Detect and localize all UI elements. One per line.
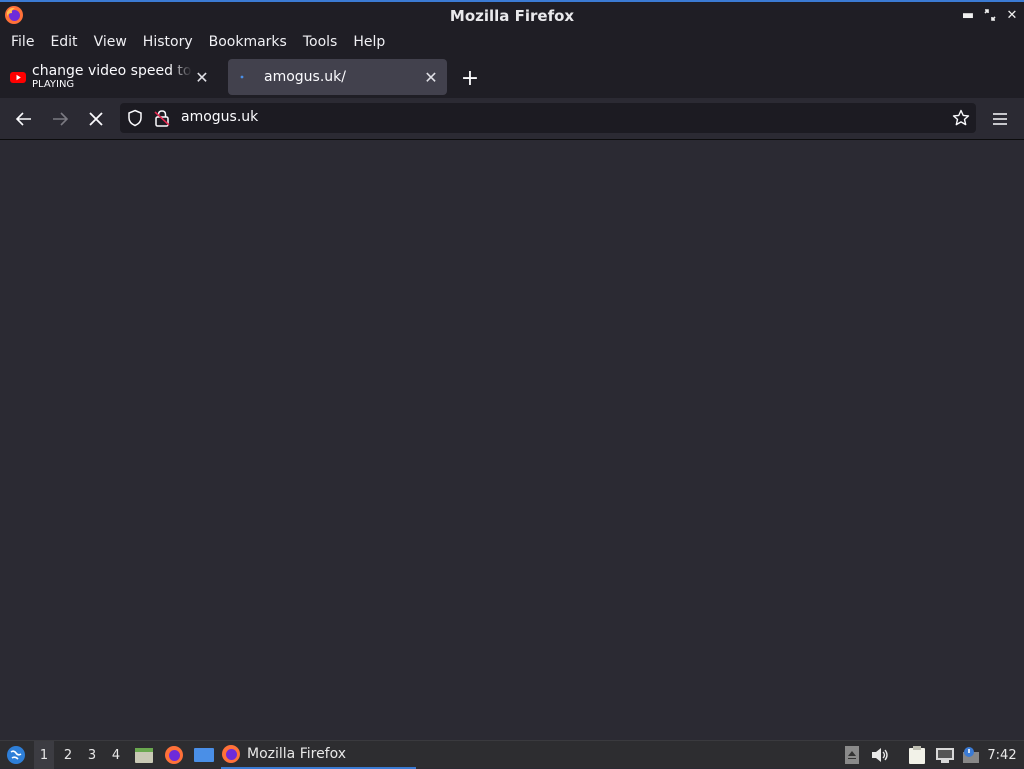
eject-icon[interactable] — [842, 741, 862, 769]
menu-bookmarks[interactable]: Bookmarks — [201, 29, 295, 54]
firefox-icon — [222, 745, 240, 763]
taskbar-firefox-window[interactable]: Mozilla Firefox — [221, 741, 416, 769]
workspace-4[interactable]: 4 — [106, 741, 126, 769]
volume-icon[interactable] — [868, 741, 892, 769]
navigation-toolbar: amogus.uk — [0, 98, 1024, 140]
menu-bar: File Edit View History Bookmarks Tools H… — [0, 29, 1024, 54]
stop-loading-icon[interactable] — [82, 105, 110, 133]
close-window-icon[interactable]: ✕ — [1004, 6, 1020, 24]
tab-label: change video speed to 0 PLAYING — [32, 63, 192, 91]
firefox-window: Mozilla Firefox ▬ ✕ File Edit View Histo… — [0, 0, 1024, 740]
start-menu-icon[interactable] — [4, 741, 28, 769]
tab-title: change video speed to 0 — [32, 63, 192, 79]
menu-file[interactable]: File — [3, 29, 42, 54]
tab-video-speed[interactable]: change video speed to 0 PLAYING ✕ — [4, 59, 218, 95]
clock[interactable]: 7:42 — [984, 741, 1020, 769]
notification-icon[interactable] — [960, 741, 982, 769]
workspace-2[interactable]: 2 — [58, 741, 78, 769]
page-content[interactable] — [0, 141, 1024, 740]
tab-bar: change video speed to 0 PLAYING ✕ amogus… — [0, 54, 1024, 98]
menu-edit[interactable]: Edit — [42, 29, 85, 54]
file-manager-icon[interactable] — [132, 741, 156, 769]
window-title: Mozilla Firefox — [449, 6, 575, 25]
tab-title: amogus.uk/ — [264, 69, 346, 85]
maximize-icon[interactable] — [982, 6, 998, 24]
insecure-lock-icon[interactable] — [154, 109, 170, 127]
close-tab-icon[interactable]: ✕ — [192, 67, 212, 87]
clipboard-icon[interactable] — [906, 741, 928, 769]
bookmark-star-icon[interactable] — [952, 109, 970, 127]
close-tab-icon[interactable]: ✕ — [421, 67, 441, 87]
workspace-3[interactable]: 3 — [82, 741, 102, 769]
minimize-icon[interactable]: ▬ — [960, 6, 976, 24]
network-icon[interactable] — [934, 741, 956, 769]
menu-history[interactable]: History — [135, 29, 201, 54]
address-bar[interactable]: amogus.uk — [120, 103, 976, 133]
menu-view[interactable]: View — [86, 29, 135, 54]
menu-tools[interactable]: Tools — [295, 29, 346, 54]
workspace-1[interactable]: 1 — [34, 741, 54, 769]
firefox-launcher-icon[interactable] — [162, 741, 186, 769]
back-icon[interactable] — [10, 105, 38, 133]
tab-playing-status: PLAYING — [32, 79, 75, 90]
tab-amogus[interactable]: amogus.uk/ ✕ — [228, 59, 447, 95]
window-controls: ▬ ✕ — [960, 6, 1020, 24]
title-bar[interactable]: Mozilla Firefox ▬ ✕ — [0, 0, 1024, 29]
menu-help[interactable]: Help — [345, 29, 393, 54]
youtube-icon — [10, 72, 26, 83]
new-tab-icon[interactable]: + — [458, 66, 482, 91]
tracking-protection-shield-icon[interactable] — [126, 109, 144, 127]
taskbar: 1 2 3 4 Mozilla Firefox 7:42 — [0, 740, 1024, 769]
taskbar-window-label: Mozilla Firefox — [247, 746, 347, 762]
hamburger-menu-icon[interactable] — [986, 105, 1014, 133]
firefox-icon — [5, 6, 23, 24]
url-text[interactable]: amogus.uk — [181, 109, 258, 125]
desktop-icon[interactable] — [192, 741, 216, 769]
forward-icon[interactable] — [46, 105, 74, 133]
loading-icon — [240, 75, 244, 79]
